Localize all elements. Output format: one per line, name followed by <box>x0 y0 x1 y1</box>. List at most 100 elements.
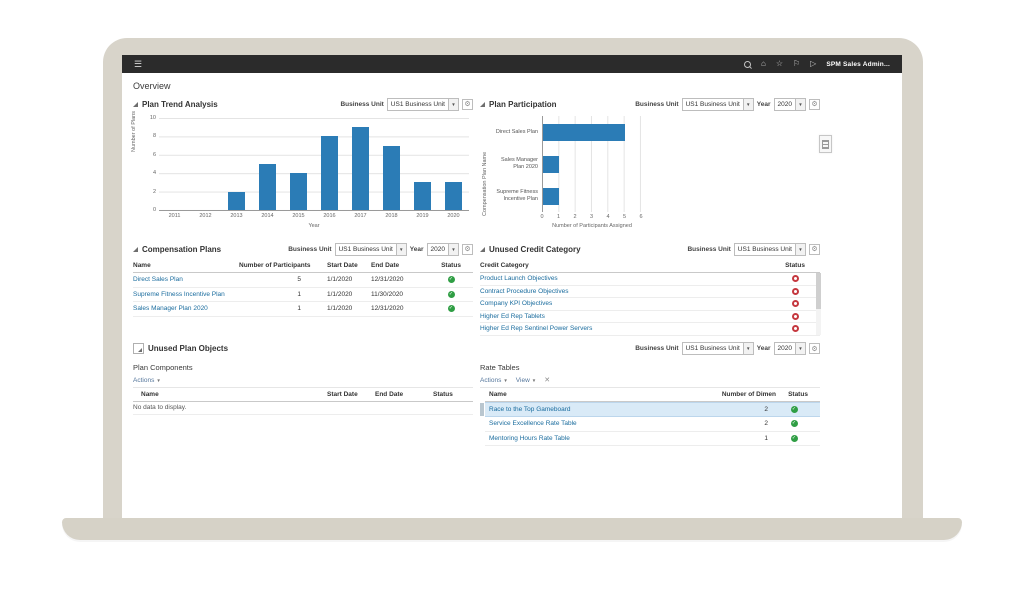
gear-icon[interactable]: ⚙ <box>462 99 473 110</box>
end-date: 12/31/2020 <box>371 305 429 312</box>
chevron-down-icon[interactable]: ▼ <box>795 244 805 255</box>
table-row[interactable]: Service Excellence Rate Table2✓ <box>485 417 820 432</box>
plan-components-table: Name Start Date End Date Status No data … <box>133 388 473 415</box>
home-icon[interactable]: ⌂ <box>761 60 766 68</box>
status-active-icon: ✓ <box>791 406 798 413</box>
bar-2019 <box>414 182 432 210</box>
y-tick: 8 <box>153 133 156 139</box>
credit-category-link[interactable]: Higher Ed Rep Sentinel Power Servers <box>480 325 770 332</box>
flag-icon[interactable]: ⚐ <box>793 60 800 68</box>
gear-icon[interactable]: ⚙ <box>809 99 820 110</box>
table-row[interactable]: Race to the Top Gameboard2✓ <box>485 402 820 418</box>
table-row[interactable]: Supreme Fitness Incentive Plan11/1/20201… <box>133 288 473 303</box>
business-unit-select[interactable]: US1 Business Unit ▼ <box>682 342 754 355</box>
y-axis-label: Compensation Plan Name <box>482 152 488 216</box>
year-select[interactable]: 2020 ▼ <box>774 342 806 355</box>
table-row[interactable]: Mentoring Hours Rate Table1✓ <box>485 432 820 447</box>
actions-menu[interactable]: Actions▼ <box>133 377 161 384</box>
user-menu[interactable]: SPM Sales Admin... <box>826 61 890 68</box>
rate-tables-title: Rate Tables <box>480 363 820 372</box>
scrollbar[interactable] <box>816 273 821 335</box>
col-name: Name <box>141 391 327 398</box>
collapse-icon[interactable] <box>133 343 144 354</box>
table-row[interactable]: Company KPI Objectives <box>480 298 820 311</box>
table-row[interactable]: Contract Procedure Objectives <box>480 286 820 299</box>
collapse-icon[interactable] <box>133 247 138 252</box>
year-select[interactable]: 2020 ▼ <box>427 243 459 256</box>
col-end-date: End Date <box>371 262 429 269</box>
table-row[interactable]: Product Launch Objectives <box>480 273 820 286</box>
x-tick: 2014 <box>252 213 283 219</box>
table-header: Credit Category Status <box>480 259 820 273</box>
credit-category-link[interactable]: Higher Ed Rep Tablets <box>480 313 770 320</box>
bar-Sales Manager Plan 2020 <box>543 156 559 173</box>
plan-participation-chart: Compensation Plan Name Direct Sales Plan… <box>480 114 820 236</box>
col-status: Status <box>429 262 473 269</box>
plan-name-link[interactable]: Supreme Fitness Incentive Plan <box>133 291 239 298</box>
participants-value: 5 <box>239 276 301 283</box>
x-axis-ticks: 0123456 <box>542 214 641 222</box>
detach-icon[interactable]: ✕ <box>544 377 550 384</box>
bar-2017 <box>352 127 370 210</box>
x-tick: 2017 <box>345 213 376 219</box>
section-title-compensation-plans: Compensation Plans <box>142 245 221 254</box>
chevron-down-icon[interactable]: ▼ <box>795 343 805 354</box>
business-unit-select[interactable]: US1 Business Unit ▼ <box>734 243 806 256</box>
start-date: 1/1/2020 <box>301 291 371 298</box>
chevron-down-icon[interactable]: ▼ <box>396 244 406 255</box>
table-row[interactable]: Higher Ed Rep Sentinel Power Servers <box>480 323 820 336</box>
chevron-down-icon[interactable]: ▼ <box>448 244 458 255</box>
hamburger-icon[interactable]: ☰ <box>134 60 142 69</box>
chevron-down-icon[interactable]: ▼ <box>795 99 805 110</box>
notifications-icon[interactable]: ▷ <box>810 60 816 68</box>
business-unit-select[interactable]: US1 Business Unit ▼ <box>682 98 754 111</box>
collapse-icon[interactable] <box>480 102 485 107</box>
bar-2013 <box>228 192 246 210</box>
bar-slot <box>283 118 314 210</box>
collapse-icon[interactable] <box>133 102 138 107</box>
credit-category-link[interactable]: Company KPI Objectives <box>480 300 770 307</box>
section-title-unused-plan-objects: Unused Plan Objects <box>148 344 228 353</box>
rate-table-link[interactable]: Mentoring Hours Rate Table <box>489 435 698 442</box>
gear-icon[interactable]: ⚙ <box>809 244 820 255</box>
business-unit-select[interactable]: US1 Business Unit ▼ <box>335 243 407 256</box>
empty-state: No data to display. <box>133 402 473 415</box>
gear-icon[interactable]: ⚙ <box>462 244 473 255</box>
chevron-down-icon[interactable]: ▼ <box>743 99 753 110</box>
view-menu[interactable]: View▼ <box>516 377 536 384</box>
chevron-down-icon[interactable]: ▼ <box>448 99 458 110</box>
table-row[interactable]: Higher Ed Rep Tablets <box>480 311 820 324</box>
year-select[interactable]: 2020 ▼ <box>774 98 806 111</box>
status-error-icon <box>792 313 799 320</box>
credit-category-link[interactable]: Contract Procedure Objectives <box>480 288 770 295</box>
star-icon[interactable]: ☆ <box>776 60 783 68</box>
x-tick: 2020 <box>438 213 469 219</box>
table-row[interactable]: Sales Manager Plan 202011/1/202012/31/20… <box>133 302 473 317</box>
x-tick: 2013 <box>221 213 252 219</box>
collapse-icon[interactable] <box>480 247 485 252</box>
chevron-down-icon[interactable]: ▼ <box>743 343 753 354</box>
plan-name-link[interactable]: Direct Sales Plan <box>133 276 239 283</box>
business-unit-label: Business Unit <box>635 345 678 352</box>
section-title-plan-participation: Plan Participation <box>489 100 557 109</box>
x-axis-label: Number of Participants Assigned <box>532 223 652 229</box>
bar-row: Supreme Fitness Incentive Plan <box>490 180 641 212</box>
plan-name-link[interactable]: Sales Manager Plan 2020 <box>133 305 239 312</box>
bar-slot <box>159 118 190 210</box>
y-tick: 10 <box>150 115 156 121</box>
rate-table-link[interactable]: Service Excellence Rate Table <box>489 420 698 427</box>
actions-menu[interactable]: Actions▼ <box>480 377 508 384</box>
col-participants: Number of Participants <box>239 262 327 269</box>
col-credit-category: Credit Category <box>480 262 770 269</box>
credit-category-link[interactable]: Product Launch Objectives <box>480 275 770 282</box>
search-icon[interactable] <box>744 61 751 68</box>
panel-expand-handle[interactable] <box>819 135 832 153</box>
status-cell: ✓ <box>429 276 473 283</box>
business-unit-select[interactable]: US1 Business Unit ▼ <box>387 98 459 111</box>
bar-2018 <box>383 146 401 210</box>
bar-slot <box>314 118 345 210</box>
rate-table-link[interactable]: Race to the Top Gameboard <box>489 406 698 413</box>
gear-icon[interactable]: ⚙ <box>809 343 820 354</box>
table-row[interactable]: Direct Sales Plan51/1/202012/31/2020✓ <box>133 273 473 288</box>
x-axis-ticks: 2011201220132014201520162017201820192020 <box>159 213 469 219</box>
